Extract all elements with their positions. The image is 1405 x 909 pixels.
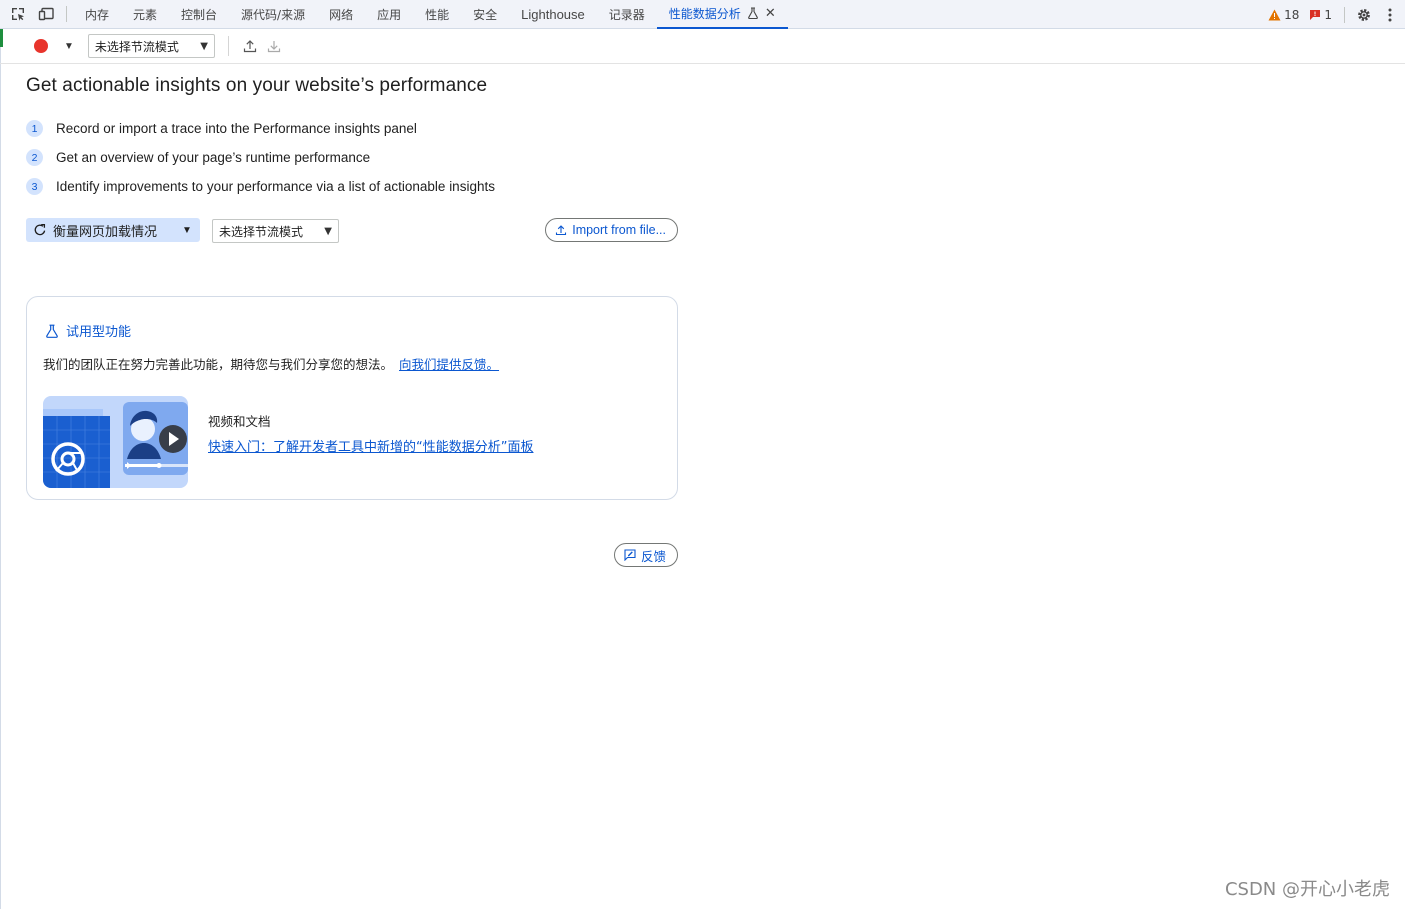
tab-sources[interactable]: 源代码/来源 [229,0,317,29]
steps-list: 1 Record or import a trace into the Perf… [26,114,678,201]
step-number: 3 [26,178,43,195]
throttle-select-main[interactable]: 未选择节流模式 ▼ [212,219,339,243]
tab-lighthouse[interactable]: Lighthouse [509,0,597,29]
video-section-label: 视频和文档 [208,414,271,429]
tab-network[interactable]: 网络 [317,0,365,29]
measure-page-load-label: 衡量网页加载情况 [53,224,158,240]
step-text: Get an overview of your page’s runtime p… [56,150,371,165]
card-description-text: 我们的团队正在努力完善此功能，期待您与我们分享您的想法。 [43,357,394,372]
issues-badge[interactable]: 1 [1309,8,1332,22]
chevron-down-icon: ▼ [200,40,208,52]
upload-icon[interactable] [239,35,261,57]
import-label: Import from file... [572,223,666,237]
video-info: 视频和文档 快速入门：了解开发者工具中新增的“性能数据分析”面板 [208,411,533,456]
tab-label: 性能 [425,7,450,22]
step-number: 2 [26,149,43,166]
panel-tabs: 内存 元素 控制台 源代码/来源 网络 应用 性能 安全 Lighthouse … [73,0,788,29]
tab-label: 安全 [473,7,498,22]
record-options-dropdown[interactable]: ▼ [64,41,74,52]
experiment-flask-icon [747,7,759,19]
window-left-border [0,47,1,909]
tab-divider [66,6,67,22]
card-title-text: 试用型功能 [66,325,132,340]
toolbar-divider [227,36,229,56]
tab-console[interactable]: 控制台 [169,0,229,29]
close-tab-icon[interactable]: ✕ [765,6,776,21]
tab-label: 记录器 [608,7,645,22]
tab-label: 内存 [85,7,110,22]
import-from-file-button[interactable]: Import from file... [545,218,678,242]
tab-label: 控制台 [181,7,218,22]
tab-performance[interactable]: 性能 [413,0,461,29]
tab-elements[interactable]: 元素 [121,0,169,29]
issue-flag-icon [1310,9,1321,20]
tab-memory[interactable]: 内存 [73,0,121,29]
download-icon[interactable] [263,35,285,57]
feedback-button[interactable]: 反馈 [613,543,678,567]
status-divider [1344,6,1345,23]
card-description: 我们的团队正在努力完善此功能，期待您与我们分享您的想法。 向我们提供反馈。 [43,354,499,373]
tab-recorder[interactable]: 记录器 [597,0,657,29]
tab-security[interactable]: 安全 [461,0,509,29]
feedback-link[interactable]: 向我们提供反馈。 [399,357,499,372]
panel-toolbar: ▼ 未选择节流模式 ▼ [0,29,1405,64]
video-thumbnail[interactable] [43,396,188,488]
measure-options-dropdown[interactable]: ▼ [174,218,200,242]
card-title: 试用型功能 [45,321,131,340]
tab-label: 应用 [377,7,402,22]
warnings-count: 18 [1284,7,1300,22]
actions-row: 衡量网页加载情况 ▼ 未选择节流模式 ▼ Import from file... [26,218,678,244]
page-title: Get actionable insights on your website’… [26,75,488,96]
step-text: Identify improvements to your performanc… [56,179,495,194]
tab-label: 性能数据分析 [668,6,741,21]
inspect-element-icon[interactable] [4,0,32,29]
record-button[interactable] [34,39,48,53]
experiment-flask-icon [46,324,58,338]
status-area: 18 1 [1268,0,1405,29]
more-options-icon[interactable] [1377,0,1403,29]
tab-label: 元素 [133,7,158,22]
insights-landing: Get actionable insights on your website’… [26,75,678,567]
settings-gear-icon[interactable] [1351,0,1377,29]
step-number: 1 [26,120,43,137]
tab-application[interactable]: 应用 [365,0,413,29]
quick-start-video-link[interactable]: 快速入门：了解开发者工具中新增的“性能数据分析”面板 [208,440,533,455]
warnings-badge[interactable]: 18 [1268,8,1299,22]
tab-label: 源代码/来源 [241,7,306,22]
tab-label: 网络 [329,7,354,22]
device-toolbar-icon[interactable] [32,0,60,29]
chevron-down-icon: ▼ [324,225,332,237]
throttle-select-value: 未选择节流模式 [94,39,179,54]
step-item: 3 Identify improvements to your performa… [26,172,678,201]
watermark: CSDN @开心小老虎 [1224,879,1390,900]
throttle-select-value: 未选择节流模式 [219,224,304,239]
tab-performance-insights[interactable]: 性能数据分析 ✕ [656,0,788,29]
devtools-tab-bar: 内存 元素 控制台 源代码/来源 网络 应用 性能 安全 Lighthouse … [0,0,1405,29]
step-item: 1 Record or import a trace into the Perf… [26,114,678,143]
tab-label: Lighthouse [521,6,585,22]
issues-count: 1 [1324,7,1332,22]
step-text: Record or import a trace into the Perfor… [56,121,417,136]
upload-icon [556,225,567,236]
feedback-icon [624,549,636,561]
step-item: 2 Get an overview of your page’s runtime… [26,143,678,172]
feedback-label: 反馈 [640,548,666,564]
throttle-select[interactable]: 未选择节流模式 ▼ [87,34,215,58]
warning-icon [1268,9,1281,20]
experimental-feature-card: 试用型功能 我们的团队正在努力完善此功能，期待您与我们分享您的想法。 向我们提供反… [26,296,678,500]
reload-icon [33,223,47,237]
